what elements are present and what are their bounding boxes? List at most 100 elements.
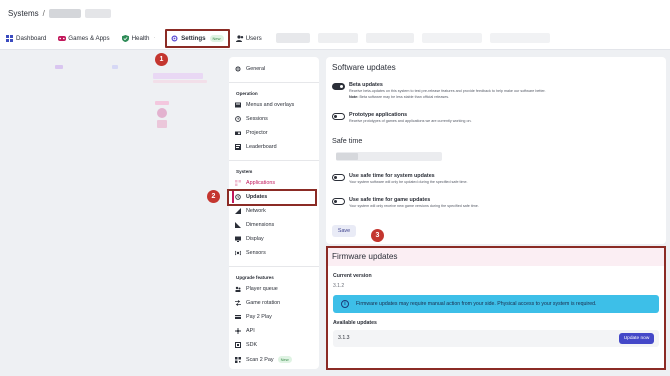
sidebar-item-display[interactable]: Display: [235, 236, 264, 242]
gear-icon: [171, 34, 178, 42]
tab-health[interactable]: Health ·: [116, 26, 162, 50]
sidebar-item-leaderboard[interactable]: Leaderboard: [235, 144, 277, 150]
prototype-apps-desc: Receive prototypes of games and applicat…: [349, 119, 472, 123]
sidebar-item-label: Display: [246, 236, 264, 242]
beta-note-label: Note:: [349, 95, 359, 99]
display-icon: [235, 236, 241, 242]
firmware-updates-panel: Firmware updates Current version 3.1.2 i…: [326, 246, 666, 370]
sidebar-item-label: Leaderboard: [246, 144, 277, 150]
info-icon: i: [341, 300, 349, 308]
sidebar-divider: [229, 266, 319, 267]
sidebar-item-label: Menus and overlays: [246, 102, 295, 108]
prototype-apps-row: Prototype applications Receive prototype…: [332, 112, 472, 124]
available-update-row: 3.1.3 Update now: [333, 330, 659, 347]
ruler-icon: [235, 222, 241, 228]
sidebar-item-game-rotation[interactable]: Game rotation: [235, 300, 280, 306]
beta-updates-title: Beta updates: [349, 82, 383, 88]
beta-updates-row: Beta updates Receive beta-updates on thi…: [332, 82, 546, 100]
card-icon: [235, 314, 241, 320]
new-badge: New: [277, 356, 292, 363]
prototype-apps-toggle[interactable]: [332, 113, 345, 120]
history-icon: [235, 116, 241, 122]
glitch-artifact: [155, 101, 169, 105]
sidebar-item-dimensions[interactable]: Dimensions: [235, 222, 274, 228]
safe-time-input[interactable]: [336, 152, 442, 161]
current-version-value: 3.1.2: [333, 283, 345, 289]
sidebar-item-label: Game rotation: [246, 300, 281, 306]
new-badge: New: [209, 34, 224, 42]
blurred-tab: [421, 33, 482, 43]
health-count-badge: ·: [153, 35, 156, 41]
beta-updates-toggle[interactable]: [332, 83, 345, 90]
sidebar-item-sessions[interactable]: Sessions: [235, 116, 268, 122]
available-version-value: 3.1.3: [338, 335, 350, 341]
gear-icon: [235, 66, 241, 72]
sidebar-item-applications[interactable]: Applications: [235, 180, 275, 186]
tab-settings-label: Settings: [181, 34, 206, 42]
breadcrumb-blurred-detail: [84, 9, 111, 18]
tab-users[interactable]: Users: [230, 26, 268, 50]
leaderboard-icon: [235, 144, 241, 150]
tab-games-apps-label: Games & Apps: [68, 34, 110, 42]
safe-time-title: Safe time: [332, 136, 363, 145]
sidebar-item-projector[interactable]: Projector: [235, 130, 268, 136]
breadcrumb-separator: /: [42, 9, 45, 18]
sidebar-item-sensors[interactable]: Sensors: [235, 250, 266, 256]
glitch-artifact: [153, 80, 207, 83]
sidebar-item-player-queue[interactable]: Player queue: [235, 286, 278, 292]
tab-users-label: Users: [245, 34, 262, 42]
sidebar-item-label: Applications: [246, 180, 276, 186]
sidebar-item-api[interactable]: API: [235, 328, 255, 334]
sdk-icon: [235, 342, 241, 348]
sidebar-item-general[interactable]: General: [235, 66, 265, 72]
update-now-button[interactable]: Update now: [619, 333, 654, 344]
sidebar-item-label: Pay 2 Play: [246, 314, 272, 320]
blurred-tab: [489, 33, 550, 43]
available-updates-label: Available updates: [333, 320, 377, 326]
menu-icon: [235, 102, 241, 108]
shuffle-icon: [235, 300, 241, 306]
software-updates-panel: Software updates Beta updates Receive be…: [326, 57, 666, 244]
sidebar-item-label: Player queue: [246, 286, 278, 292]
beta-updates-desc: Receive beta-updates on this system to t…: [349, 89, 546, 93]
shield-check-icon: [121, 34, 129, 42]
breadcrumb-root[interactable]: Systems: [8, 9, 39, 18]
blurred-tab: [365, 33, 414, 43]
safe-system-toggle[interactable]: [332, 174, 345, 181]
blurred-tab: [317, 33, 358, 43]
firmware-info-banner: i Firmware updates may require manual ac…: [333, 295, 659, 313]
firmware-info-text: Firmware updates may require manual acti…: [356, 301, 597, 307]
sidebar-item-network[interactable]: Network: [235, 208, 266, 214]
qr-icon: [235, 356, 241, 363]
sidebar-item-pay-2-play[interactable]: Pay 2 Play: [235, 314, 272, 320]
sidebar-divider: [229, 82, 319, 83]
sidebar-heading-upgrade: Upgrade features: [236, 275, 274, 280]
sidebar-item-label: Dimensions: [246, 222, 275, 228]
safe-game-title: Use safe time for game updates: [349, 197, 431, 203]
gamepad-icon: [58, 35, 67, 42]
blurred-tab: [275, 33, 310, 43]
api-icon: [235, 328, 241, 334]
queue-icon: [235, 286, 241, 292]
prototype-apps-title: Prototype applications: [349, 112, 408, 118]
tab-dashboard[interactable]: Dashboard: [0, 26, 52, 50]
settings-sidebar: General Operation Menus and overlays Ses…: [229, 57, 319, 369]
tab-games-apps[interactable]: Games & Apps: [52, 26, 115, 50]
glitch-artifact: [153, 73, 203, 79]
projector-icon: [235, 130, 241, 136]
save-button[interactable]: Save: [332, 225, 356, 237]
sidebar-item-sdk[interactable]: SDK: [235, 342, 257, 348]
users-icon: [235, 34, 243, 42]
sidebar-divider: [229, 160, 319, 161]
breadcrumb: Systems /: [8, 9, 111, 18]
network-icon: [235, 208, 241, 214]
safe-game-toggle[interactable]: [332, 198, 345, 205]
step-marker-3: 3: [371, 229, 384, 242]
sidebar-item-scan-2-pay[interactable]: Scan 2 Pay New: [235, 356, 292, 363]
tab-settings[interactable]: Settings New: [165, 28, 230, 48]
glitch-artifact: [55, 65, 63, 69]
breadcrumb-blurred-system[interactable]: [48, 9, 81, 18]
sidebar-item-menus[interactable]: Menus and overlays: [235, 102, 294, 108]
safe-game-desc: Your system will only receive new game v…: [349, 204, 479, 208]
sidebar-item-label: Sensors: [246, 250, 266, 256]
